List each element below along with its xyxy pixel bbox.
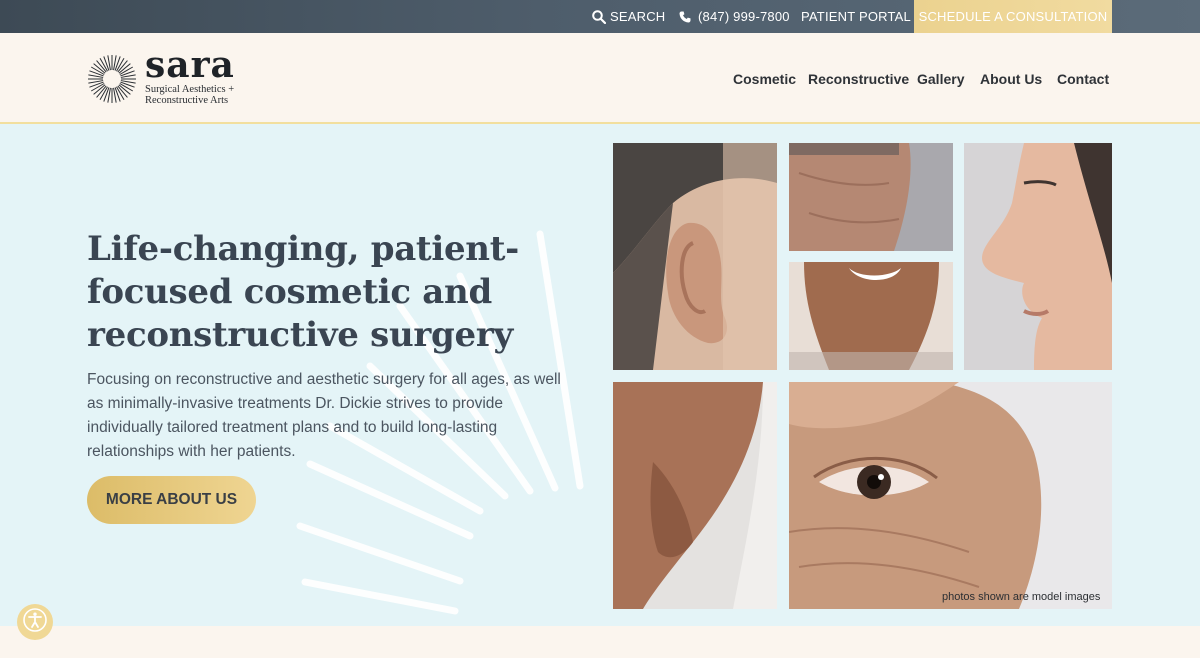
site-header: sara Surgical Aesthetics + Reconstructiv… bbox=[0, 33, 1200, 124]
photo-caption: photos shown are model images bbox=[942, 591, 1101, 603]
search-icon bbox=[592, 9, 606, 24]
next-section-band bbox=[0, 626, 1200, 658]
phone-link[interactable]: (847) 999-7800 bbox=[679, 0, 790, 33]
photo-eye bbox=[789, 382, 1112, 609]
logo-sunburst-icon[interactable] bbox=[87, 54, 137, 104]
nav-item-gallery[interactable]: Gallery bbox=[917, 71, 964, 87]
nav-item-contact[interactable]: Contact bbox=[1057, 71, 1109, 87]
accessibility-icon bbox=[23, 608, 47, 636]
utility-bar: SEARCH (847) 999-7800 PATIENT PORTAL SCH… bbox=[0, 0, 1200, 33]
nav-item-cosmetic[interactable]: Cosmetic bbox=[733, 71, 796, 87]
logo-wordmark[interactable]: sara bbox=[145, 45, 235, 85]
more-about-us-button[interactable]: MORE ABOUT US bbox=[87, 476, 256, 524]
photo-arm bbox=[613, 382, 777, 609]
patient-portal-link[interactable]: PATIENT PORTAL bbox=[801, 0, 911, 33]
phone-number: (847) 999-7800 bbox=[698, 9, 790, 24]
hero-title: Life-changing, patient-focused cosmetic … bbox=[87, 229, 519, 355]
search-link[interactable]: SEARCH bbox=[592, 0, 665, 33]
photo-abdomen bbox=[789, 143, 953, 251]
search-label: SEARCH bbox=[610, 9, 666, 24]
phone-icon bbox=[679, 11, 691, 23]
photo-ear bbox=[613, 143, 777, 370]
nav-item-reconstructive[interactable]: Reconstructive bbox=[808, 71, 909, 87]
photo-profile bbox=[964, 143, 1112, 370]
logo-tagline: Surgical Aesthetics + Reconstructive Art… bbox=[145, 84, 255, 106]
schedule-consultation-button[interactable]: SCHEDULE A CONSULTATION bbox=[914, 0, 1112, 33]
hero-description: Focusing on reconstructive and aesthetic… bbox=[87, 371, 561, 460]
logo-tagline-line2: Reconstructive Arts bbox=[145, 95, 229, 106]
nav-item-about-us[interactable]: About Us bbox=[980, 71, 1042, 87]
photo-smile bbox=[789, 262, 953, 370]
logo-tagline-line1: Surgical Aesthetics + bbox=[145, 84, 235, 95]
hero-section: Life-changing, patient-focused cosmetic … bbox=[0, 126, 1200, 626]
accessibility-button[interactable] bbox=[17, 604, 53, 640]
